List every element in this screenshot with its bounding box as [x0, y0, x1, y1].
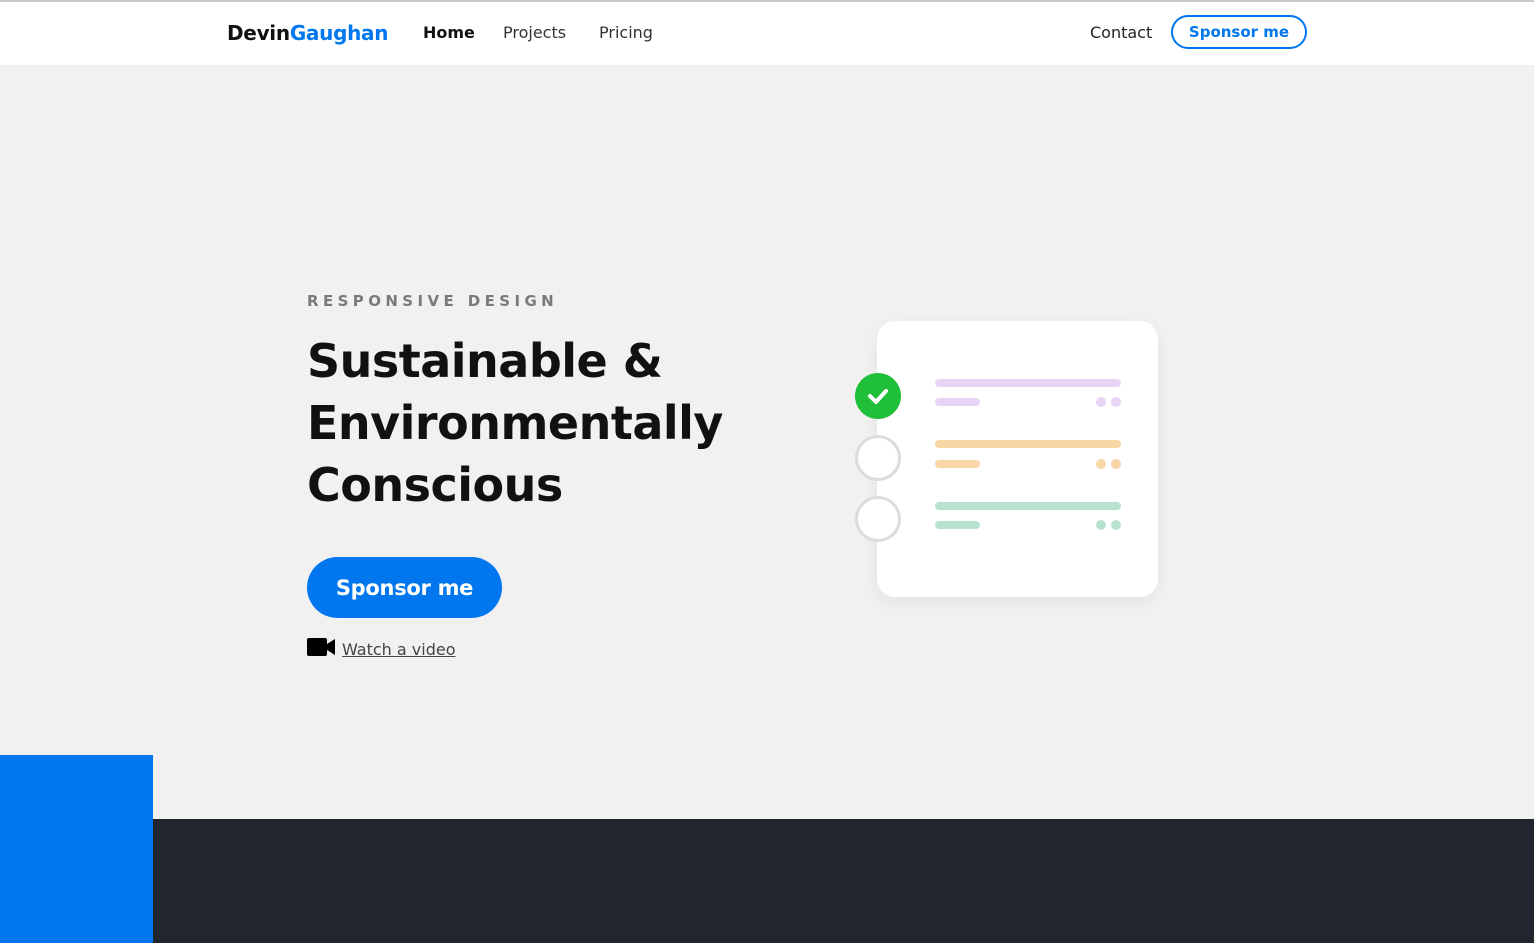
task-unchecked-circle: [855, 496, 901, 542]
accent-block: [0, 755, 153, 943]
headline-line: Conscious: [307, 458, 563, 512]
hero-headline: Sustainable & Environmentally Conscious: [307, 330, 787, 516]
task-line: [935, 379, 1121, 387]
task-dot: [1096, 459, 1106, 469]
task-dot: [1111, 397, 1121, 407]
task-checked-circle: [855, 373, 901, 419]
hero-sponsor-button[interactable]: Sponsor me: [307, 557, 502, 618]
task-subline: [935, 460, 980, 468]
nav-link-projects[interactable]: Projects: [503, 23, 566, 42]
nav-sponsor-button[interactable]: Sponsor me: [1171, 15, 1307, 49]
nav-link-pricing[interactable]: Pricing: [599, 23, 653, 42]
task-unchecked-circle: [855, 435, 901, 481]
task-dot: [1111, 520, 1121, 530]
nav-link-contact[interactable]: Contact: [1090, 23, 1152, 42]
video-camera-icon: [307, 637, 335, 656]
headline-line: Sustainable &: [307, 334, 663, 388]
checkmark-icon: [868, 389, 888, 404]
footer-band: [0, 819, 1534, 943]
hero-eyebrow: RESPONSIVE DESIGN: [307, 292, 559, 310]
navbar: DevinGaughan Home Projects Pricing Conta…: [0, 2, 1534, 65]
task-subline: [935, 521, 980, 529]
logo[interactable]: DevinGaughan: [227, 21, 388, 45]
task-dot: [1096, 397, 1106, 407]
task-line: [935, 440, 1121, 448]
nav-link-home[interactable]: Home: [423, 23, 475, 42]
headline-line: Environmentally: [307, 396, 723, 450]
logo-first: Devin: [227, 21, 290, 45]
logo-last: Gaughan: [289, 21, 389, 45]
watch-video-text[interactable]: Watch a video: [342, 640, 456, 659]
task-dot: [1096, 520, 1106, 530]
task-line: [935, 502, 1121, 510]
task-subline: [935, 398, 980, 406]
watch-video-link[interactable]: Watch a video: [307, 634, 456, 659]
task-dot: [1111, 459, 1121, 469]
